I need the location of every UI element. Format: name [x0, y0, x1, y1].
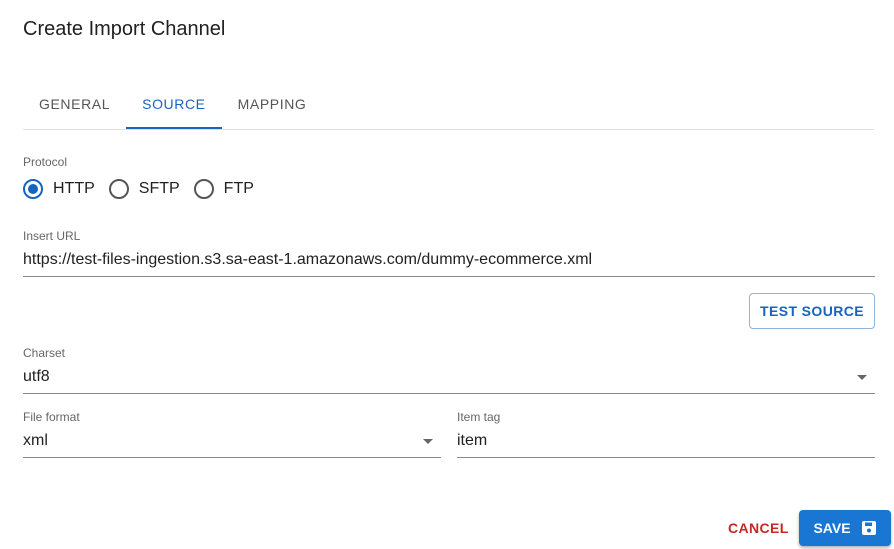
tab-mapping[interactable]: MAPPING [222, 86, 323, 129]
save-button[interactable]: SAVE [799, 510, 891, 546]
radio-unchecked-icon [108, 179, 129, 199]
radio-label: HTTP [53, 180, 95, 197]
floppy-disk-icon [861, 521, 876, 535]
url-input[interactable]: https://test-files-ingestion.s3.sa-east-… [23, 247, 875, 277]
charset-select[interactable]: utf8 [23, 364, 875, 394]
radio-unchecked-icon [193, 179, 214, 199]
file-format-value: xml [23, 432, 48, 449]
url-label: Insert URL [23, 229, 81, 243]
protocol-radio-group: HTTP SFTP FTP [23, 179, 254, 199]
tab-general[interactable]: GENERAL [23, 86, 126, 129]
dropdown-arrow-icon [857, 375, 867, 380]
radio-http[interactable]: HTTP [23, 179, 95, 199]
item-tag-label: Item tag [457, 410, 501, 424]
file-format-select[interactable]: xml [23, 428, 441, 458]
radio-label: FTP [223, 180, 254, 197]
file-format-label: File format [23, 410, 80, 424]
radio-checked-icon [23, 179, 43, 199]
radio-sftp[interactable]: SFTP [108, 179, 180, 199]
item-tag-input[interactable]: item [457, 428, 875, 458]
protocol-label: Protocol [23, 155, 68, 169]
test-source-button[interactable]: TEST SOURCE [749, 293, 875, 329]
dropdown-arrow-icon [423, 439, 433, 444]
save-label: SAVE [813, 520, 851, 536]
charset-label: Charset [23, 346, 66, 360]
radio-label: SFTP [138, 180, 180, 197]
tab-bar: GENERAL SOURCE MAPPING [23, 86, 874, 130]
charset-value: utf8 [23, 368, 50, 385]
tab-source[interactable]: SOURCE [126, 86, 222, 129]
dialog-title: Create Import Channel [23, 18, 226, 40]
cancel-button[interactable]: CANCEL [720, 510, 797, 546]
radio-ftp[interactable]: FTP [193, 179, 254, 199]
